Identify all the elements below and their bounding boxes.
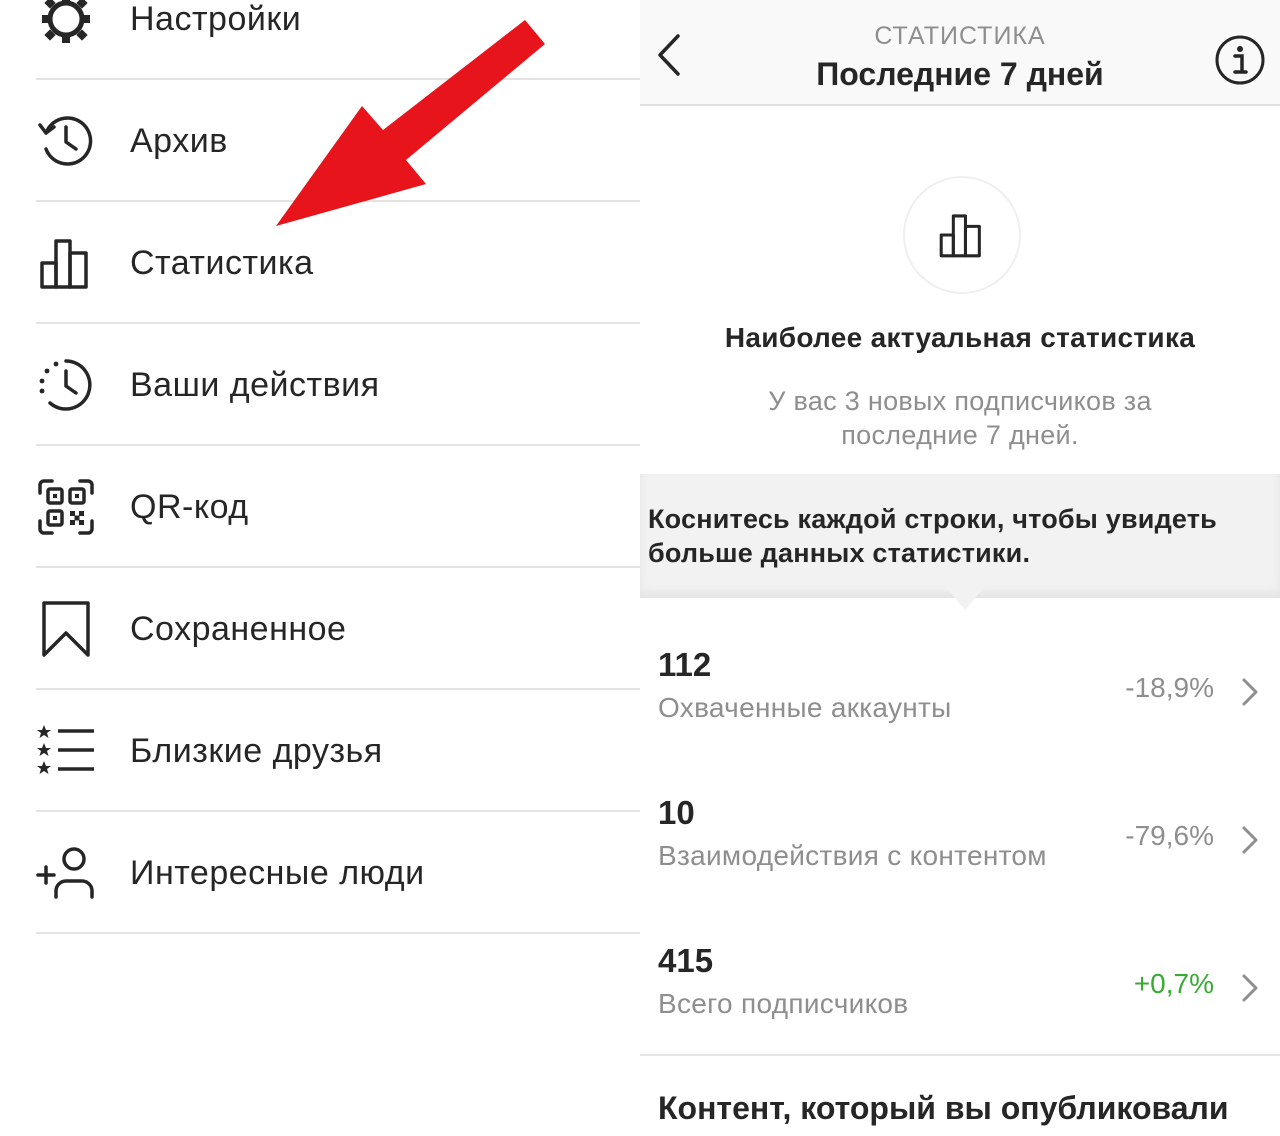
menu-item-discover-people[interactable]: Интересные люди [0,812,640,934]
menu-item-your-activity[interactable]: Ваши действия [0,324,640,446]
menu-item-qr-code[interactable]: QR-код [0,446,640,568]
menu-item-label: QR-код [130,487,249,526]
stat-value: 10 [658,794,695,831]
menu-item-label: Статистика [130,243,314,282]
menu-item-archive[interactable]: Архив [0,80,640,202]
stat-change: -18,9% [1125,672,1214,703]
tip-text: Коснитесь каждой строки, чтобы увидеть б… [648,504,1217,568]
menu-item-saved[interactable]: Сохраненное [0,568,640,690]
hero-title: Наиболее актуальная статистика [724,322,1196,353]
add-person-icon [36,843,96,903]
statistics-screen: СТАТИСТИКА Последние 7 дней Наиболее акт… [640,0,1280,1136]
qr-code-icon [36,477,96,537]
menu-item-label: Ваши действия [130,365,380,404]
stat-row-content-interactions[interactable]: 10 Взаимодействия с контентом -79,6% [640,794,1280,942]
chevron-right-icon [1242,974,1258,1002]
archive-history-icon [36,111,96,171]
chevron-right-icon [1242,678,1258,706]
gear-icon [36,0,96,49]
menu-item-label: Настройки [130,0,302,38]
bookmark-icon [36,599,96,659]
bar-chart-icon [36,233,96,293]
divider [36,932,640,934]
stat-value: 415 [658,942,714,979]
menu-item-settings[interactable]: Настройки [0,0,640,80]
hero-description: У вас 3 новых подписчиков за последние 7… [768,386,1152,450]
menu-item-label: Сохраненное [130,609,347,648]
nav-bar: СТАТИСТИКА Последние 7 дней [640,0,1280,106]
stat-row-accounts-reached[interactable]: 112 Охваченные аккаунты -18,9% [640,646,1280,794]
activity-clock-icon [36,355,96,415]
stat-label: Охваченные аккаунты [658,692,952,723]
tip-banner: Коснитесь каждой строки, чтобы увидеть б… [640,474,1280,598]
stat-label: Взаимодействия с контентом [658,840,1047,871]
menu-item-statistics[interactable]: Статистика [0,202,640,324]
stat-change: -79,6% [1125,820,1214,851]
info-icon[interactable] [1214,34,1266,86]
close-friends-list-icon [36,721,96,781]
menu-item-label: Архив [130,121,228,160]
menu-item-close-friends[interactable]: Близкие друзья [0,690,640,812]
content-section-title: Контент, который вы опубликовали [658,1090,1229,1126]
nav-subtitle: СТАТИСТИКА [874,22,1046,50]
bar-chart-icon [903,176,1021,294]
stat-label: Всего подписчиков [658,988,909,1019]
section-divider [640,1054,1280,1056]
tip-pointer [945,586,985,610]
insights-hero: Наиболее актуальная статистика У вас 3 н… [640,108,1280,474]
nav-title: Последние 7 дней [816,56,1104,92]
stat-change: +0,7% [1133,968,1214,999]
menu-item-label: Близкие друзья [130,731,383,770]
profile-menu: Настройки Архив Статистика Ваши действия… [0,0,640,1136]
stat-row-total-followers[interactable]: 415 Всего подписчиков +0,7% [640,942,1280,1090]
stat-value: 112 [658,646,712,683]
chevron-right-icon [1242,826,1258,854]
menu-item-label: Интересные люди [130,853,425,892]
